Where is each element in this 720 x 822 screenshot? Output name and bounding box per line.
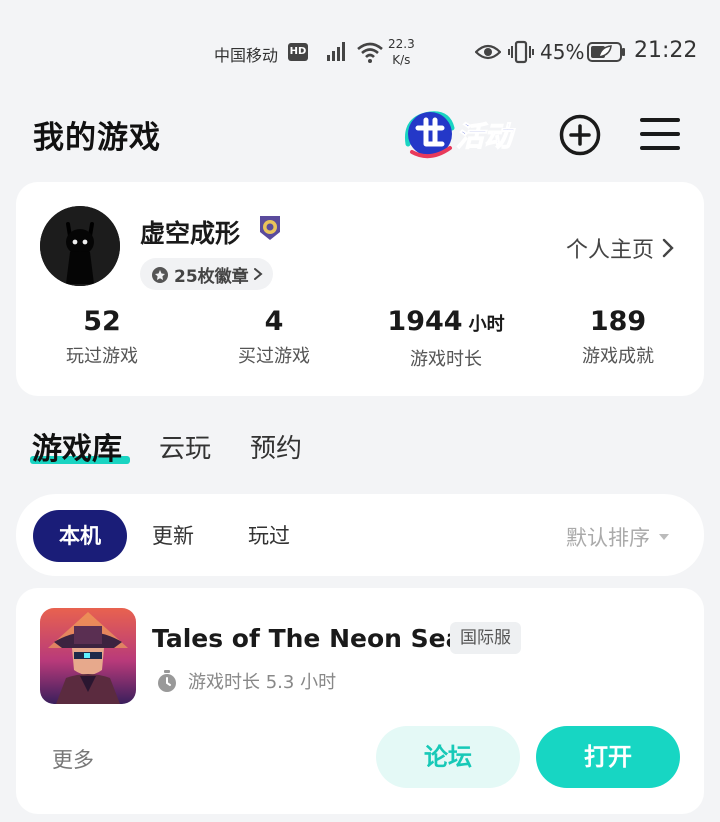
game-card[interactable]: Tales of The Neon Sea 国际服 游戏时长 5.3 小时 更多…: [16, 588, 704, 814]
status-bar: 中国移动 HD 22.3 K/s 45% 21:22: [0, 0, 720, 100]
medal-icon: [152, 267, 168, 283]
net-speed-unit: K/s: [392, 53, 411, 67]
battery-icon: [587, 42, 625, 62]
filter-bar: 本机 更新 玩过 默认排序: [16, 494, 704, 576]
homepage-label: 个人主页: [565, 238, 654, 263]
add-circle-icon[interactable]: [558, 113, 602, 157]
stat-achievements[interactable]: 189 游戏成就: [532, 306, 704, 368]
playtime-text: 游戏时长 5.3 小时: [188, 672, 337, 693]
homepage-link[interactable]: 个人主页: [566, 232, 674, 264]
signal-icon: [327, 42, 345, 61]
badge-count-pill[interactable]: 25枚徽章: [140, 258, 273, 290]
forum-button[interactable]: 论坛: [376, 726, 520, 788]
level-badge-icon: [260, 216, 280, 240]
tab-game-library[interactable]: 游戏库: [32, 424, 122, 468]
clock: 21:22: [634, 38, 698, 63]
game-cover-image[interactable]: [40, 608, 136, 704]
stat-value: 189: [589, 306, 647, 337]
profile-card: 虚空成形 25枚徽章 个人主页 52 玩过游戏 4 买过游戏 1944 小时 游戏…: [16, 182, 704, 396]
filter-chip-played[interactable]: 玩过: [248, 510, 290, 562]
filter-chip-local[interactable]: 本机: [33, 510, 127, 562]
tab-reservations[interactable]: 预约: [250, 428, 302, 465]
stat-label: 游戏时长: [410, 349, 482, 370]
stat-value: 1944: [387, 306, 463, 337]
stat-play-time[interactable]: 1944 小时 游戏时长: [360, 306, 532, 371]
stat-played-games[interactable]: 52 玩过游戏: [16, 306, 188, 368]
avatar-image: [40, 206, 120, 286]
stat-label: 玩过游戏: [66, 346, 138, 367]
stat-unit: 小时: [468, 314, 505, 335]
badge-count: 25枚徽章: [174, 266, 249, 287]
game-title: Tales of The Neon Sea: [152, 624, 463, 653]
sort-dropdown[interactable]: 默认排序: [566, 522, 670, 552]
net-speed-value: 22.3: [388, 37, 415, 51]
sort-label: 默认排序: [566, 526, 650, 550]
eye-comfort-icon: [475, 44, 501, 60]
activity-label: 活动: [456, 120, 516, 153]
game-cover-art: [40, 608, 136, 704]
battery-percent: 45%: [540, 40, 585, 64]
stopwatch-icon: [158, 670, 176, 692]
carrier-name: 中国移动: [214, 46, 279, 65]
stat-value: 52: [83, 306, 121, 337]
network-speed: 22.3 K/s: [388, 36, 415, 68]
more-link[interactable]: 更多: [52, 744, 94, 774]
menu-icon[interactable]: [640, 116, 680, 152]
wifi-icon: [357, 42, 383, 63]
tab-cloud-play[interactable]: 云玩: [159, 428, 211, 465]
username: 虚空成形: [140, 219, 241, 248]
stat-bought-games[interactable]: 4 买过游戏: [188, 306, 360, 368]
stat-value: 4: [264, 306, 284, 337]
activity-logo-icon: 活动: [404, 111, 517, 159]
playtime-row: 游戏时长 5.3 小时: [156, 668, 336, 694]
hd-icon: HD: [288, 43, 308, 61]
chevron-right-icon: [253, 268, 263, 280]
filter-chip-updates[interactable]: 更新: [152, 510, 194, 562]
stat-label: 游戏成就: [582, 346, 654, 367]
stat-label: 买过游戏: [238, 346, 310, 367]
open-button[interactable]: 打开: [536, 726, 680, 788]
chevron-right-icon: [662, 238, 674, 258]
caret-down-icon: [659, 534, 669, 540]
region-tag: 国际服: [450, 622, 521, 654]
vibrate-icon: [508, 40, 534, 64]
activity-button[interactable]: 活动: [400, 104, 526, 164]
page-title: 我的游戏: [33, 120, 161, 156]
avatar[interactable]: [40, 206, 120, 286]
